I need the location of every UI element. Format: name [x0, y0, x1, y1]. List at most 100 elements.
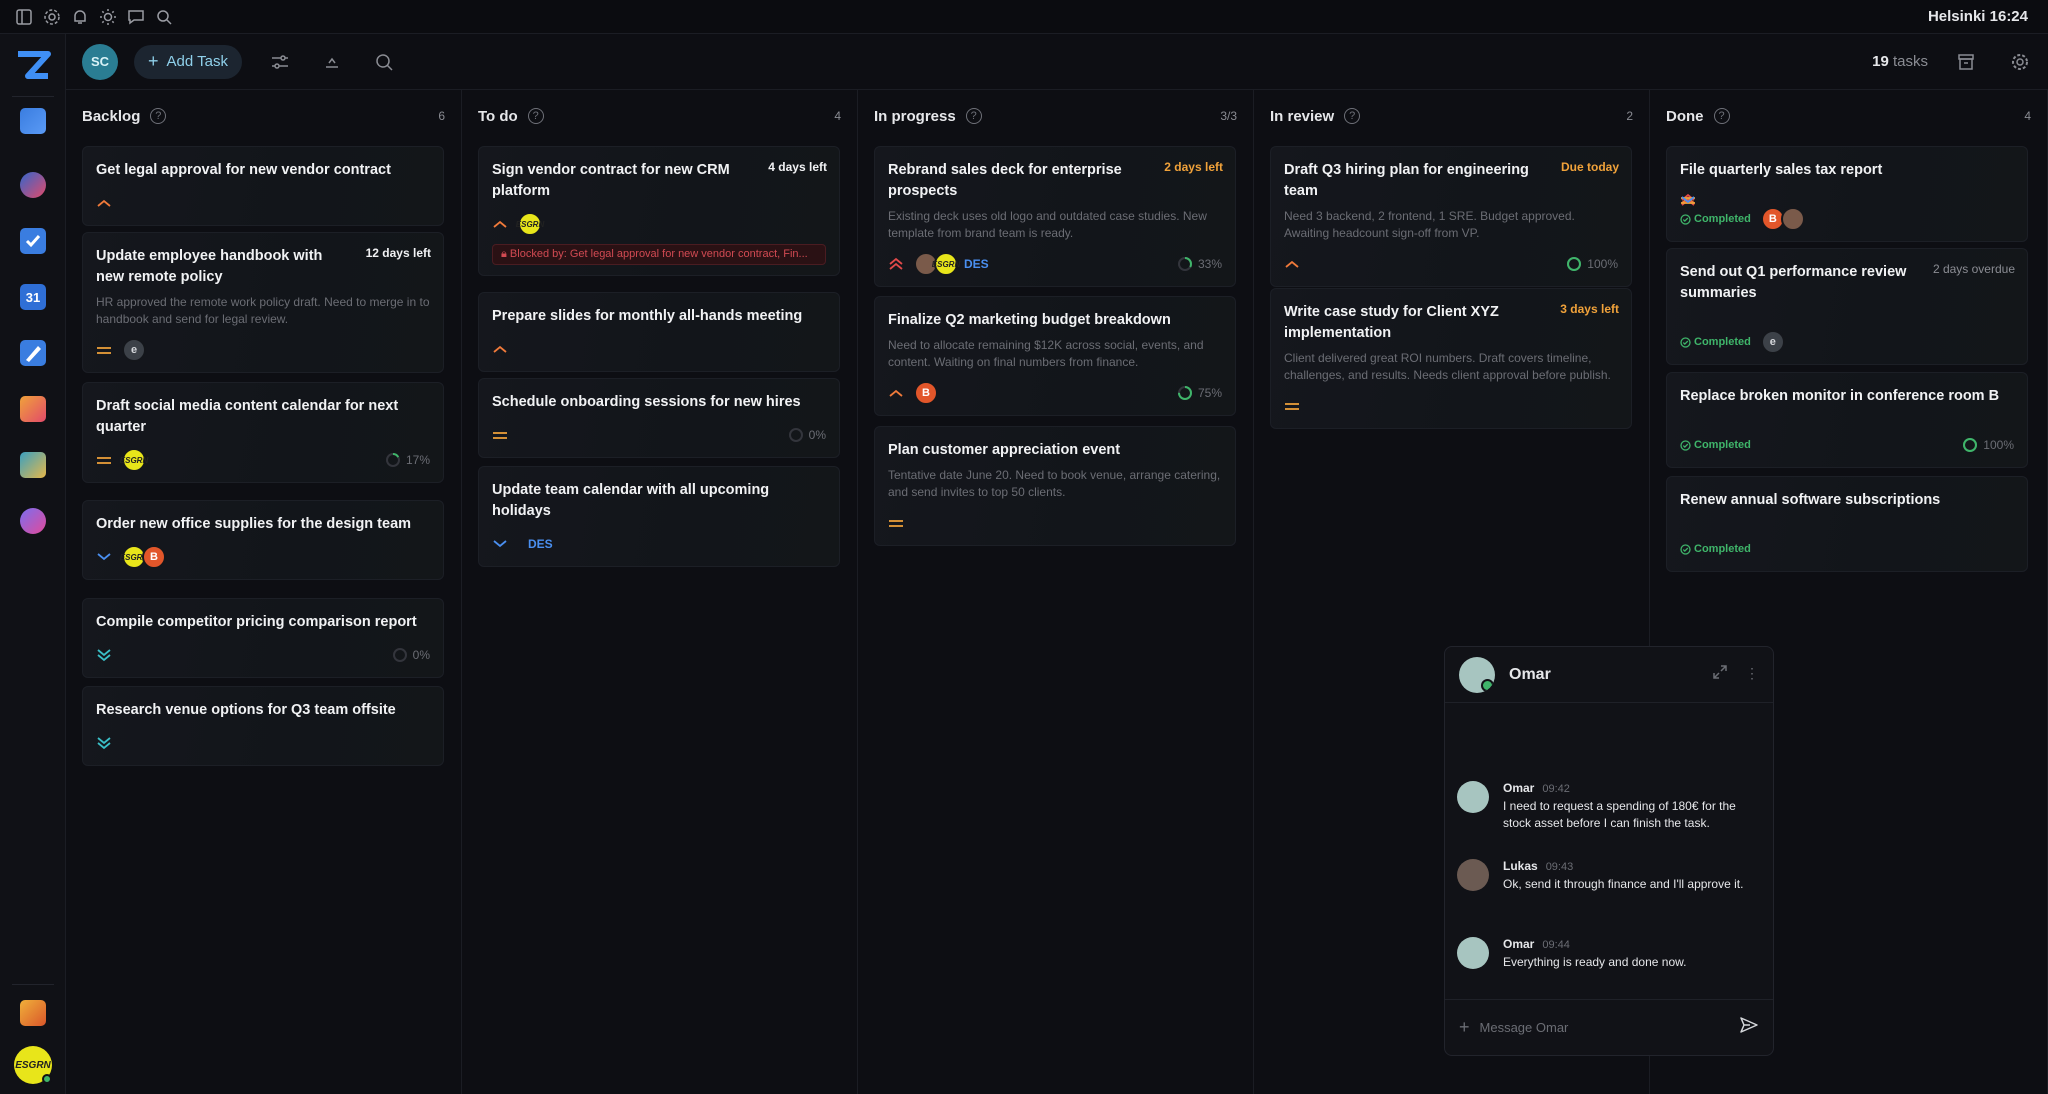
chat-contact-avatar[interactable]: [1459, 656, 1495, 693]
assignee-avatar[interactable]: [1780, 207, 1805, 231]
task-card[interactable]: Rebrand sales deck for enterprise prospe…: [874, 146, 1236, 287]
tag-label[interactable]: DES: [964, 257, 989, 271]
projects-icon[interactable]: [20, 108, 46, 134]
team-icon[interactable]: [20, 508, 46, 534]
message-icon[interactable]: [126, 7, 146, 27]
task-meta: B 75%: [888, 381, 1222, 405]
column-header: Done? 4: [1666, 104, 2031, 128]
chat-message: Omar 09:44 Everything is ready and done no…: [1457, 937, 1757, 971]
chat-message: Omar 09:42 I need to request a spending of…: [1457, 781, 1757, 832]
calendar-icon[interactable]: 31: [20, 284, 46, 310]
task-card[interactable]: Sign vendor contract for new CRM platfor…: [478, 146, 840, 276]
task-meta: [492, 337, 826, 361]
task-title: Finalize Q2 marketing budget breakdown: [888, 312, 1171, 328]
board-search-icon[interactable]: [372, 50, 396, 74]
task-title: Replace broken monitor in conference roo…: [1680, 388, 2000, 404]
message-time: 09:44: [1542, 939, 1570, 951]
archive-icon[interactable]: [1954, 50, 1978, 74]
add-task-label: Add Task: [166, 53, 228, 70]
task-title: File quarterly sales tax report: [1680, 162, 1883, 178]
assignee-avatar[interactable]: ESGRN: [516, 212, 544, 236]
task-card[interactable]: Order new office supplies for the design…: [82, 500, 444, 580]
files-icon[interactable]: [20, 452, 46, 478]
column-backlog: Backlog? 6 Get legal approval for new vend…: [66, 90, 462, 1094]
user-avatar[interactable]: ESGRN: [14, 1046, 52, 1084]
message-avatar[interactable]: [1457, 859, 1489, 891]
task-card[interactable]: Draft Q3 hiring plan for engineering tea…: [1270, 146, 1632, 287]
column-to-do: To do? 4 Sign vendor contract for new CRM …: [462, 90, 858, 1094]
task-card[interactable]: Renew annual software subscriptions Compl…: [1666, 476, 2028, 572]
priority-low-icon: [493, 540, 507, 548]
help-icon[interactable]: ?: [527, 108, 544, 124]
task-meta: [1284, 394, 1618, 418]
task-card[interactable]: Compile competitor pricing comparison re…: [82, 598, 444, 678]
assignee-avatar[interactable]: ESGRN: [120, 448, 148, 472]
task-title: Schedule onboarding sessions for new hir…: [492, 394, 801, 410]
app-logo-icon[interactable]: [14, 46, 52, 84]
tasks-check-icon[interactable]: [20, 228, 46, 254]
help-icon[interactable]: ?: [1713, 108, 1730, 124]
help-icon[interactable]: ?: [965, 108, 982, 124]
assignee-avatar[interactable]: ESGRN: [932, 252, 960, 276]
progress-ring-icon: [1963, 438, 1978, 452]
board-settings-icon[interactable]: [2008, 50, 2032, 74]
notes-icon[interactable]: [20, 340, 46, 366]
help-icon[interactable]: ?: [150, 108, 167, 124]
briefcase-icon[interactable]: [20, 1000, 46, 1026]
message-author-name: Lukas: [1503, 859, 1538, 873]
chat-window: Omar ⋮ Omar 09:42 I need to request a spen…: [1444, 646, 1774, 1056]
message-text: Ok, send it through finance and I'll app…: [1503, 877, 1744, 891]
task-card[interactable]: Update team calendar with all upcoming h…: [478, 466, 840, 567]
message-author-name: Omar: [1503, 781, 1535, 795]
task-card[interactable]: Draft social media content calendar for …: [82, 382, 444, 483]
assignee-avatar[interactable]: B: [914, 381, 938, 405]
task-card[interactable]: Finalize Q2 marketing budget breakdown Ne…: [874, 296, 1236, 416]
task-card[interactable]: Plan customer appreciation event Tentativ…: [874, 426, 1236, 546]
task-meta: [888, 511, 1222, 535]
send-icon[interactable]: [1739, 1015, 1759, 1040]
blocked-banner[interactable]: 🔒︎ Blocked by: Get legal approval for ne…: [492, 244, 826, 265]
message-avatar[interactable]: [1457, 937, 1489, 969]
task-card[interactable]: Get legal approval for new vendor contra…: [82, 146, 444, 226]
sort-icon[interactable]: [320, 50, 344, 74]
spaces-icon[interactable]: [20, 172, 46, 198]
expand-icon[interactable]: [1713, 665, 1727, 684]
completed-badge: Completed: [1680, 336, 1751, 348]
settings-icon[interactable]: [42, 7, 62, 27]
bell-icon[interactable]: [70, 7, 90, 27]
assignee-avatar[interactable]: B: [142, 545, 166, 569]
task-card[interactable]: Send out Q1 performance review summaries…: [1666, 248, 2028, 365]
task-card[interactable]: Research venue options for Q3 team offsi…: [82, 686, 444, 766]
message-input[interactable]: Message Omar: [1480, 1020, 1569, 1035]
help-icon[interactable]: ?: [1344, 108, 1361, 124]
search-icon[interactable]: [154, 7, 174, 27]
sidebar-toggle-icon[interactable]: [14, 7, 34, 27]
task-card[interactable]: Schedule onboarding sessions for new hir…: [478, 378, 840, 458]
task-card[interactable]: Prepare slides for monthly all-hands mee…: [478, 292, 840, 372]
task-count-label: tasks: [1892, 53, 1928, 70]
add-task-button[interactable]: + Add Task: [134, 44, 242, 79]
completed-badge: Completed: [1680, 439, 1751, 451]
attach-plus-icon[interactable]: +: [1459, 1017, 1470, 1038]
assignee-avatar[interactable]: e: [122, 338, 146, 362]
priority-low-icon: [1681, 196, 1695, 204]
column-title: Done: [1666, 107, 1704, 125]
check-circle-icon: [1680, 213, 1691, 225]
more-options-icon[interactable]: ⋮: [1745, 665, 1759, 684]
task-card[interactable]: Update employee handbook with new remote…: [82, 232, 444, 373]
message-avatar[interactable]: [1457, 781, 1489, 813]
column-title: In progress: [874, 107, 956, 125]
sun-icon[interactable]: [98, 7, 118, 27]
task-title: Research venue options for Q3 team offsi…: [96, 702, 396, 718]
task-meta: e: [96, 338, 430, 362]
task-card[interactable]: File quarterly sales tax report Completed…: [1666, 146, 2028, 242]
current-user-avatar[interactable]: SC: [82, 43, 118, 80]
media-icon[interactable]: [20, 396, 46, 422]
assignee-avatar[interactable]: e: [1760, 330, 1785, 354]
task-card[interactable]: Write case study for Client XYZ implemen…: [1270, 288, 1632, 429]
task-card[interactable]: Replace broken monitor in conference roo…: [1666, 372, 2028, 468]
chat-message: Lukas 09:43 Ok, send it through finance an…: [1457, 859, 1757, 893]
column-count: 2: [1626, 109, 1633, 123]
filter-sliders-icon[interactable]: [268, 50, 292, 74]
tag-label[interactable]: DES: [528, 537, 553, 551]
